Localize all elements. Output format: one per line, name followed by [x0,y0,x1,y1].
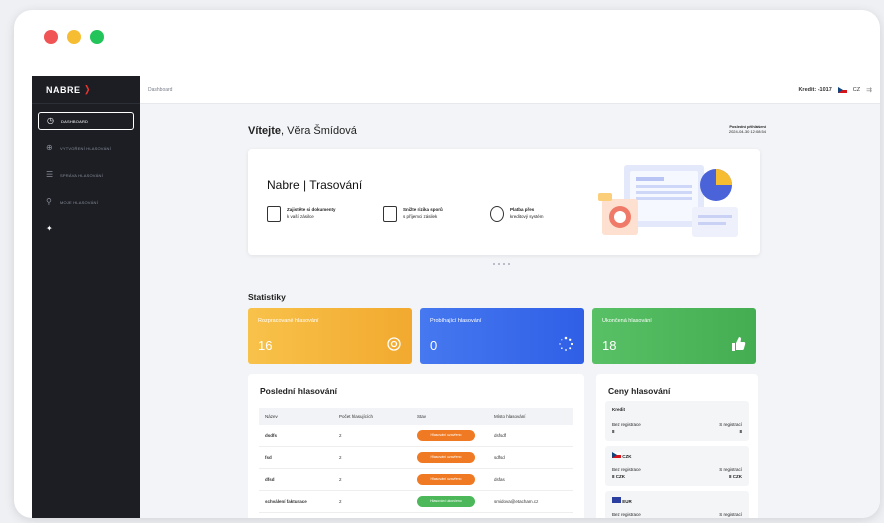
table-row[interactable]: dsdfs 2 Hlasování uzavřeno dsfsdf [259,425,573,447]
column-header[interactable]: Název [259,414,339,419]
cz-flag-icon [837,86,847,93]
logo-arrow-icon: ❭ [83,84,92,94]
price-block-czk: CZK Bez registrace S registrací 8 CZK 8 … [605,446,749,486]
user-icon: ⚲ [46,197,53,206]
last-login: Poslední přihlášení 2024-04-30 12:08:54 [728,124,766,134]
topbar-right: Kredit: -1017 CZ ⇉ [798,86,872,94]
gear-icon [387,337,401,351]
list-icon: ☰ [46,170,54,179]
thumbs-up-icon [732,337,746,351]
carousel-dots[interactable] [493,263,510,265]
sidebar-item-my-voting[interactable]: ⚲ MOJE HLASOVÁNÍ [38,193,134,211]
app-window: NABRE ❭ ◷ DASHBOARD ⊕ VYTVOŘENÍ HLASOVÁNÍ ☰… [14,10,880,518]
feature-item: Snižte rizika sporů s příjemci zásilek [383,206,443,222]
logout-icon[interactable]: ⇉ [866,86,872,94]
table-header: Název Počet hlasujících Stav Místo hlaso… [259,408,573,425]
price-block-credit: Kredit Bez registrace S registrací 8 8 [605,401,749,441]
dashboard-icon: ◷ [47,116,55,125]
maximize-button[interactable] [90,30,104,44]
sidebar-item-label: SPRÁVA HLASOVÁNÍ [60,172,103,178]
table-row[interactable]: dfsd 2 Hlasování uzavřeno dsfas [259,469,573,491]
topbar: Dashboard Kredit: -1017 CZ ⇉ [140,76,880,104]
plus-circle-icon: ⊕ [46,143,53,152]
table-row[interactable]: fsd 2 Hlasování uzavřeno sdfsd [259,447,573,469]
column-header[interactable]: Místo hlasování [494,414,573,419]
app-container: NABRE ❭ ◷ DASHBOARD ⊕ VYTVOŘENÍ HLASOVÁNÍ ☰… [32,76,880,518]
spinner-icon [559,336,574,351]
minimize-button[interactable] [67,30,81,44]
sidebar-item-label: VYTVOŘENÍ HLASOVÁNÍ [60,145,111,151]
sidebar-nav: ◷ DASHBOARD ⊕ VYTVOŘENÍ HLASOVÁNÍ ☰ SPRÁVA … [32,104,140,255]
window-controls [44,30,104,44]
page-title: Vítejte, Věra Šmídová [248,125,357,137]
sidebar-pin[interactable]: ✦ [38,220,134,238]
logo[interactable]: NABRE ❭ [32,76,140,104]
sidebar-item-label: MOJE HLASOVÁNÍ [60,199,98,205]
eu-flag-icon [612,497,621,503]
hero-title: Nabre | Trasování [267,178,363,192]
column-header[interactable]: Stav [417,414,494,419]
sidebar-item-dashboard[interactable]: ◷ DASHBOARD [38,112,134,130]
stat-card-running[interactable]: Probíhající hlasování 0 [420,308,584,364]
pin-icon: ✦ [46,224,53,233]
sidebar-item-label: DASHBOARD [61,118,89,124]
breadcrumb[interactable]: Dashboard [148,87,172,93]
table-row[interactable]: schválení fakturace 2 Hlasování ukončeno… [259,491,573,513]
stat-card-finished[interactable]: Ukončená hlasování 18 [592,308,756,364]
document-check-icon [383,206,397,222]
credit-display: Kredit: -1017 [798,86,832,93]
sidebar: NABRE ❭ ◷ DASHBOARD ⊕ VYTVOŘENÍ HLASOVÁNÍ ☰… [32,76,140,518]
status-badge: Hlasování uzavřeno [417,452,475,463]
prices-panel: Ceny hlasování Kredit Bez registrace S r… [596,374,758,518]
price-block-eur: EUR Bez registrace S registrací [605,491,749,518]
sidebar-item-manage-voting[interactable]: ☰ SPRÁVA HLASOVÁNÍ [38,166,134,184]
status-badge: Hlasování ukončeno [417,496,475,507]
recent-voting-title: Poslední hlasování [260,386,337,396]
status-badge: Hlasování uzavřeno [417,430,475,441]
column-header[interactable]: Počet hlasujících [339,414,417,419]
coins-icon [490,206,504,222]
document-icon [267,206,281,222]
statistics-title: Statistiky [248,292,286,302]
feature-item: Platba přes kreditový systém [490,206,544,222]
hero-banner: Nabre | Trasování Zajistěte si dokumenty… [248,149,760,255]
status-badge: Hlasování uzavřeno [417,474,475,485]
prices-title: Ceny hlasování [608,386,671,396]
stats-cards: Rozpracované hlasování 16 Probíhající hl… [248,308,756,364]
close-button[interactable] [44,30,58,44]
main-area: Dashboard Kredit: -1017 CZ ⇉ Vítejte, Vě… [140,76,880,518]
recent-voting-panel: Poslední hlasování Název Počet hlasující… [248,374,584,518]
cz-flag-icon [612,452,621,458]
hero-illustration [598,165,738,237]
sidebar-item-create-voting[interactable]: ⊕ VYTVOŘENÍ HLASOVÁNÍ [38,139,134,157]
stat-card-draft[interactable]: Rozpracované hlasování 16 [248,308,412,364]
feature-item: Zajistěte si dokumenty k vaší zásilce [267,206,336,222]
language-selector[interactable]: CZ [853,87,860,93]
